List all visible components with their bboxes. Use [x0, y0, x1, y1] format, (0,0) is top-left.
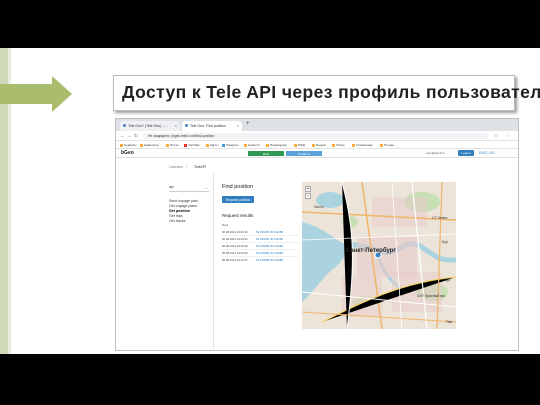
- map-label-lakhta: Лахта: [314, 205, 324, 209]
- breadcrumb-licenses[interactable]: Licenses: [169, 165, 183, 169]
- bookmark-icon: [294, 143, 297, 147]
- sidebar-item-get-trips[interactable]: Get trips: [169, 214, 183, 218]
- table-row[interactable]: 06.08.2021 14:12:07 59.933285 30.311088: [222, 258, 283, 262]
- bookmark-item[interactable]: Telegram: [222, 143, 238, 147]
- url-input[interactable]: Не защищено | bgeo.tele2.ru/#/find-posit…: [143, 133, 488, 139]
- app-logo[interactable]: bGeo: [121, 150, 134, 156]
- bookmark-item[interactable]: Новости: [244, 143, 260, 147]
- close-icon[interactable]: ×: [175, 123, 177, 128]
- map-view[interactable]: + − Лахта СТ Зелен Санкт-Петербург Бур К…: [302, 182, 456, 329]
- tab-favicon-icon: [185, 124, 188, 127]
- map-label-snt-krasny: СНТ Красный ма: [417, 294, 445, 298]
- slide-title-box: Доступ к Tele API через профиль пользова…: [113, 75, 540, 111]
- bookmarks-bar: Сервисы Навигатор Почта YouTube Карты Te…: [116, 141, 518, 149]
- breadcrumb-current: TeleAPI: [194, 165, 207, 169]
- close-icon[interactable]: ×: [237, 123, 239, 128]
- row-divider: [222, 256, 298, 257]
- browser-tab-bar: Tele Geo? (Tele Geo) - ... × Tele Geo: F…: [116, 119, 518, 131]
- bookmark-icon: [380, 143, 383, 147]
- slide-title: Доступ к Tele API через профиль пользова…: [122, 82, 540, 102]
- bookmark-icon: [120, 143, 123, 147]
- new-tab-button[interactable]: +: [246, 121, 250, 127]
- map-label-city: Санкт-Петербург: [346, 248, 396, 254]
- bookmark-icon: [140, 143, 143, 147]
- zoom-out-button[interactable]: −: [305, 193, 311, 199]
- bookmark-icon: [312, 143, 315, 147]
- bookmark-item[interactable]: YouTube: [184, 143, 200, 147]
- table-row[interactable]: 06.08.2021 14:15:33 59.933285 30.311088: [222, 251, 283, 255]
- sidebar-item-send-voyage-plan[interactable]: Send voyage plan: [169, 199, 198, 203]
- sidebar-divider: [213, 173, 214, 348]
- sidebar-item-get-position[interactable]: Get position: [169, 209, 190, 213]
- table-row[interactable]: 06.08.2021 14:18:49 59.933285 30.311088: [222, 244, 283, 248]
- chevron-down-icon: ⌄: [204, 185, 208, 190]
- table-row[interactable]: 06.08.2021 14:21:02 59.933285 30.311088: [222, 237, 283, 241]
- bookmark-item[interactable]: Навигатор: [140, 143, 158, 147]
- bookmark-item[interactable]: Погода: [380, 143, 394, 147]
- forward-arrow-icon[interactable]: →: [127, 133, 132, 138]
- bookmark-icon: [352, 143, 355, 147]
- bookmark-icon: [166, 143, 169, 147]
- app-header: bGeo Main Positions user@tele2.ru Logout…: [116, 149, 518, 158]
- bookmark-item[interactable]: Online: [332, 143, 345, 147]
- bookmark-item[interactable]: Почта: [166, 143, 178, 147]
- back-arrow-icon[interactable]: ←: [120, 133, 125, 138]
- sidebar-item-get-voyage-plans[interactable]: Get voyage plans: [169, 204, 197, 208]
- row-divider: [222, 242, 298, 243]
- zoom-in-button[interactable]: +: [305, 186, 311, 192]
- browser-address-bar: ← → ↻ Не защищено | bgeo.tele2.ru/#/find…: [116, 131, 518, 141]
- breadcrumb-separator: /: [186, 165, 187, 169]
- map-label-st-zelen: СТ Зелен: [432, 216, 448, 220]
- map-label-kud: Куд: [444, 278, 450, 282]
- browser-tab-label: Tele Geo: Find position: [190, 124, 226, 128]
- tab-favicon-icon: [123, 124, 126, 127]
- star-icon[interactable]: ☆: [494, 133, 498, 139]
- bookmark-item[interactable]: Карты: [206, 143, 219, 147]
- results-header-date: Date: [222, 223, 229, 227]
- tab-positions[interactable]: Positions: [286, 151, 322, 156]
- logout-button[interactable]: Logout: [458, 150, 474, 156]
- browser-tab-label: Tele Geo? (Tele Geo) - ...: [128, 124, 168, 128]
- table-row[interactable]: 06.08.2021 14:23:16 59.933285 30.311088: [222, 230, 283, 234]
- menu-dots-icon[interactable]: ⋮: [506, 133, 511, 139]
- bookmark-item[interactable]: Переводчик: [266, 143, 287, 147]
- api-select[interactable]: api ⌄: [169, 185, 209, 192]
- bookmark-item[interactable]: Сервисы: [120, 143, 136, 147]
- bookmark-icon: [332, 143, 335, 147]
- tab-main[interactable]: Main: [248, 151, 284, 156]
- youtube-icon: [184, 143, 187, 147]
- map-label-bur: Бур: [442, 240, 448, 244]
- bookmark-icon: [266, 143, 269, 147]
- browser-tab-2[interactable]: Tele Geo: Find position ×: [182, 121, 242, 131]
- api-select-value: api: [169, 185, 174, 189]
- reload-icon[interactable]: ↻: [134, 133, 138, 139]
- map-label-pav: Пав: [446, 320, 453, 324]
- telegram-icon: [222, 143, 225, 147]
- sidebar-item-get-tracks[interactable]: Get tracks: [169, 219, 185, 223]
- request-position-button[interactable]: Request position: [222, 196, 254, 203]
- presentation-slide: Доступ к Tele API через профиль пользова…: [0, 48, 540, 354]
- bookmark-item[interactable]: Яндекс: [312, 143, 326, 147]
- row-divider: [222, 249, 298, 250]
- browser-tab-1[interactable]: Tele Geo? (Tele Geo) - ... ×: [120, 121, 180, 131]
- browser-screenshot: Tele Geo? (Tele Geo) - ... × Tele Geo: F…: [115, 118, 519, 351]
- bookmark-item[interactable]: Справочник: [352, 143, 373, 147]
- bookmark-icon: [206, 143, 209, 147]
- row-divider: [222, 235, 298, 236]
- page-title: Find position: [222, 184, 254, 190]
- language-switch[interactable]: ENG | RU: [479, 151, 495, 155]
- map-tiles: [302, 182, 456, 329]
- bookmark-icon: [244, 143, 247, 147]
- results-title: Request results: [222, 213, 254, 218]
- user-email: user@tele2.ru: [426, 151, 445, 155]
- slide-arrow-decoration: [0, 76, 72, 112]
- bookmark-item[interactable]: РЖД: [294, 143, 305, 147]
